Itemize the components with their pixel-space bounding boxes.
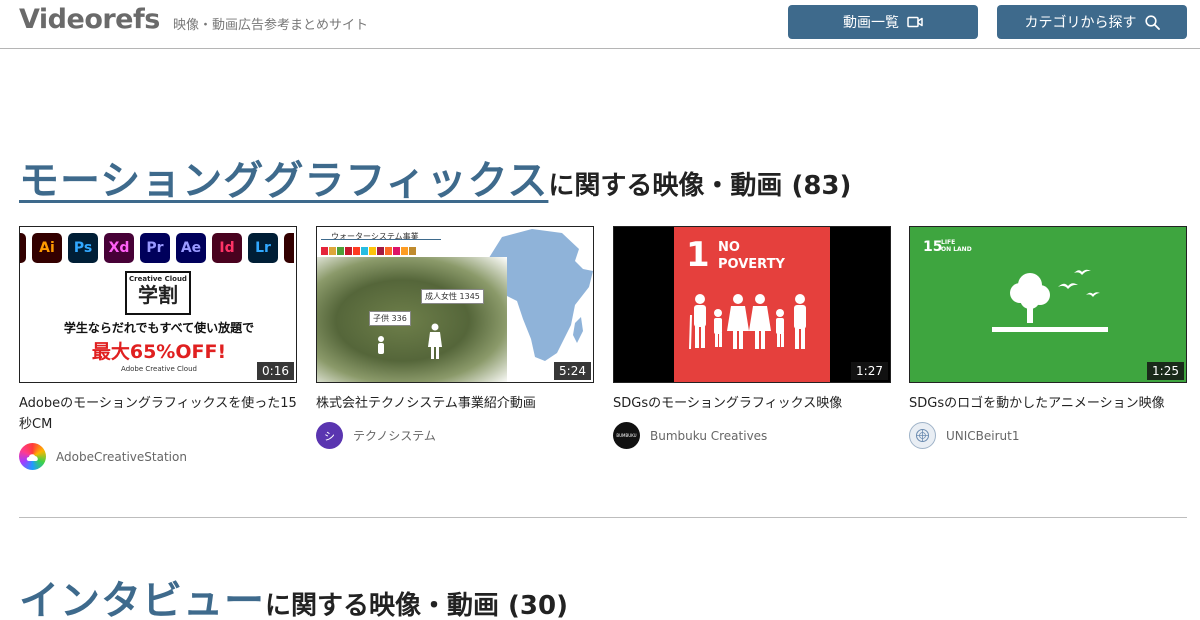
video-thumbnail[interactable]: ウォーターシステム事業 成人女性 1345 子供 336 5:24 (316, 226, 594, 383)
video-list-button[interactable]: 動画一覧 (788, 5, 978, 39)
app-icon: Id (212, 233, 242, 263)
stat-bubble-women: 成人女性 1345 (421, 289, 484, 304)
duration-badge: 0:16 (257, 362, 294, 380)
section-heading-suffix: に関する映像・動画 (83) (548, 171, 852, 201)
thumb-underline (321, 239, 441, 240)
category-link-interview[interactable]: インタビュー (19, 578, 265, 620)
video-title[interactable]: 株式会社テクノシステム事業紹介動画 (316, 393, 594, 414)
channel-avatar: BUMBUKU (613, 422, 640, 449)
channel-name: UNICBeirut1 (946, 428, 1020, 443)
sdg-number: 15 (923, 239, 943, 255)
duration-badge: 5:24 (554, 362, 591, 380)
video-thumbnail[interactable]: 1 NO POVERTY 1:27 (613, 226, 891, 383)
app-icon: Pr (140, 233, 170, 263)
category-search-button[interactable]: カテゴリから探す (997, 5, 1187, 39)
video-card: Ai Ps Xd Pr Ae Id Lr Creative Cloud 学割 学… (19, 226, 297, 470)
thumb-discount: 最大65%OFF! (91, 341, 227, 363)
sdg-title-line1: NO (718, 240, 740, 255)
un-emblem-icon (916, 429, 929, 442)
thumb-brand: Adobe Creative Cloud (121, 365, 197, 373)
sdg1-panel: 1 NO POVERTY (674, 227, 830, 382)
creative-cloud-avatar (19, 443, 46, 470)
thumb-caption: 学生ならだれでもすべて使い放題で (63, 321, 255, 335)
video-thumbnail[interactable]: Ai Ps Xd Pr Ae Id Lr Creative Cloud 学割 学… (19, 226, 297, 383)
sdg-number: 1 (686, 235, 710, 275)
section-heading-suffix: に関する映像・動画 (30) (265, 591, 568, 620)
channel-info[interactable]: BUMBUKU Bumbuku Creatives (613, 422, 891, 449)
channel-name: AdobeCreativeStation (56, 449, 187, 464)
sdg-title-line1: LIFE (941, 239, 956, 246)
app-icon: Ai (32, 233, 62, 263)
sdg-title-line2: ON LAND (941, 246, 972, 253)
site-logo[interactable]: Videorefs (19, 4, 160, 35)
thumb-label: ウォーターシステム事業 (331, 232, 419, 241)
video-card: 15 LIFE ON LAND 1:25 SDGsのロゴを動かしたアニメーション… (909, 226, 1187, 449)
sdg-icon-strip (321, 247, 416, 255)
video-list-button-label: 動画一覧 (843, 15, 899, 31)
channel-info[interactable]: シ テクノシステム (316, 422, 594, 449)
app-icon (20, 233, 26, 263)
adobe-app-icons: Ai Ps Xd Pr Ae Id Lr (20, 233, 294, 263)
section-divider (19, 517, 1187, 518)
section-heading-interview: インタビューに関する映像・動画 (30) (19, 568, 568, 620)
channel-name: Bumbuku Creatives (650, 428, 768, 443)
sdg-title: NO POVERTY (718, 239, 785, 273)
video-thumbnail[interactable]: 15 LIFE ON LAND 1:25 (909, 226, 1187, 383)
creative-cloud-icon (26, 453, 38, 461)
family-icon (689, 294, 806, 350)
un-emblem-avatar (909, 422, 936, 449)
duration-badge: 1:27 (851, 362, 888, 380)
badge-small-text: Creative Cloud (129, 275, 187, 283)
channel-avatar: シ (316, 422, 343, 449)
category-search-button-label: カテゴリから探す (1024, 15, 1137, 31)
badge-big-text: 学割 (138, 283, 178, 307)
app-icon: Ae (176, 233, 206, 263)
site-tagline: 映像・動画広告参考まとめサイト (173, 18, 369, 33)
app-icon: Xd (104, 233, 134, 263)
person-icons (378, 323, 442, 359)
channel-name: テクノシステム (353, 429, 436, 443)
category-link-motion-graphics[interactable]: モーションググラフィックス (19, 158, 548, 204)
video-title[interactable]: SDGsのモーショングラフィックス映像 (613, 393, 891, 414)
sdg-title: LIFE ON LAND (941, 239, 972, 253)
section-heading-motion-graphics: モーションググラフィックスに関する映像・動画 (83) (19, 148, 851, 206)
video-title[interactable]: SDGsのロゴを動かしたアニメーション映像 (909, 393, 1187, 414)
video-card: 1 NO POVERTY 1:27 SDGsのモーショングラフィックス映像 BU… (613, 226, 891, 449)
tree-and-birds-icon (992, 269, 1108, 332)
app-icon: Ps (68, 233, 98, 263)
gakuwari-badge: Creative Cloud 学割 (125, 271, 191, 315)
video-title[interactable]: Adobeのモーショングラフィックスを使った15秒CM (19, 393, 297, 435)
channel-info[interactable]: AdobeCreativeStation (19, 443, 297, 470)
search-icon (1144, 14, 1160, 30)
site-header: Videorefs 映像・動画広告参考まとめサイト 動画一覧 カテゴリから探す (0, 0, 1200, 49)
video-card: ウォーターシステム事業 成人女性 1345 子供 336 5:24 株式会社テク… (316, 226, 594, 449)
app-icon (284, 233, 294, 263)
sdg-title-line2: POVERTY (718, 257, 785, 272)
photo-village-women (317, 257, 507, 382)
video-camera-icon (907, 16, 923, 28)
app-icon: Lr (248, 233, 278, 263)
duration-badge: 1:25 (1147, 362, 1184, 380)
channel-info[interactable]: UNICBeirut1 (909, 422, 1187, 449)
